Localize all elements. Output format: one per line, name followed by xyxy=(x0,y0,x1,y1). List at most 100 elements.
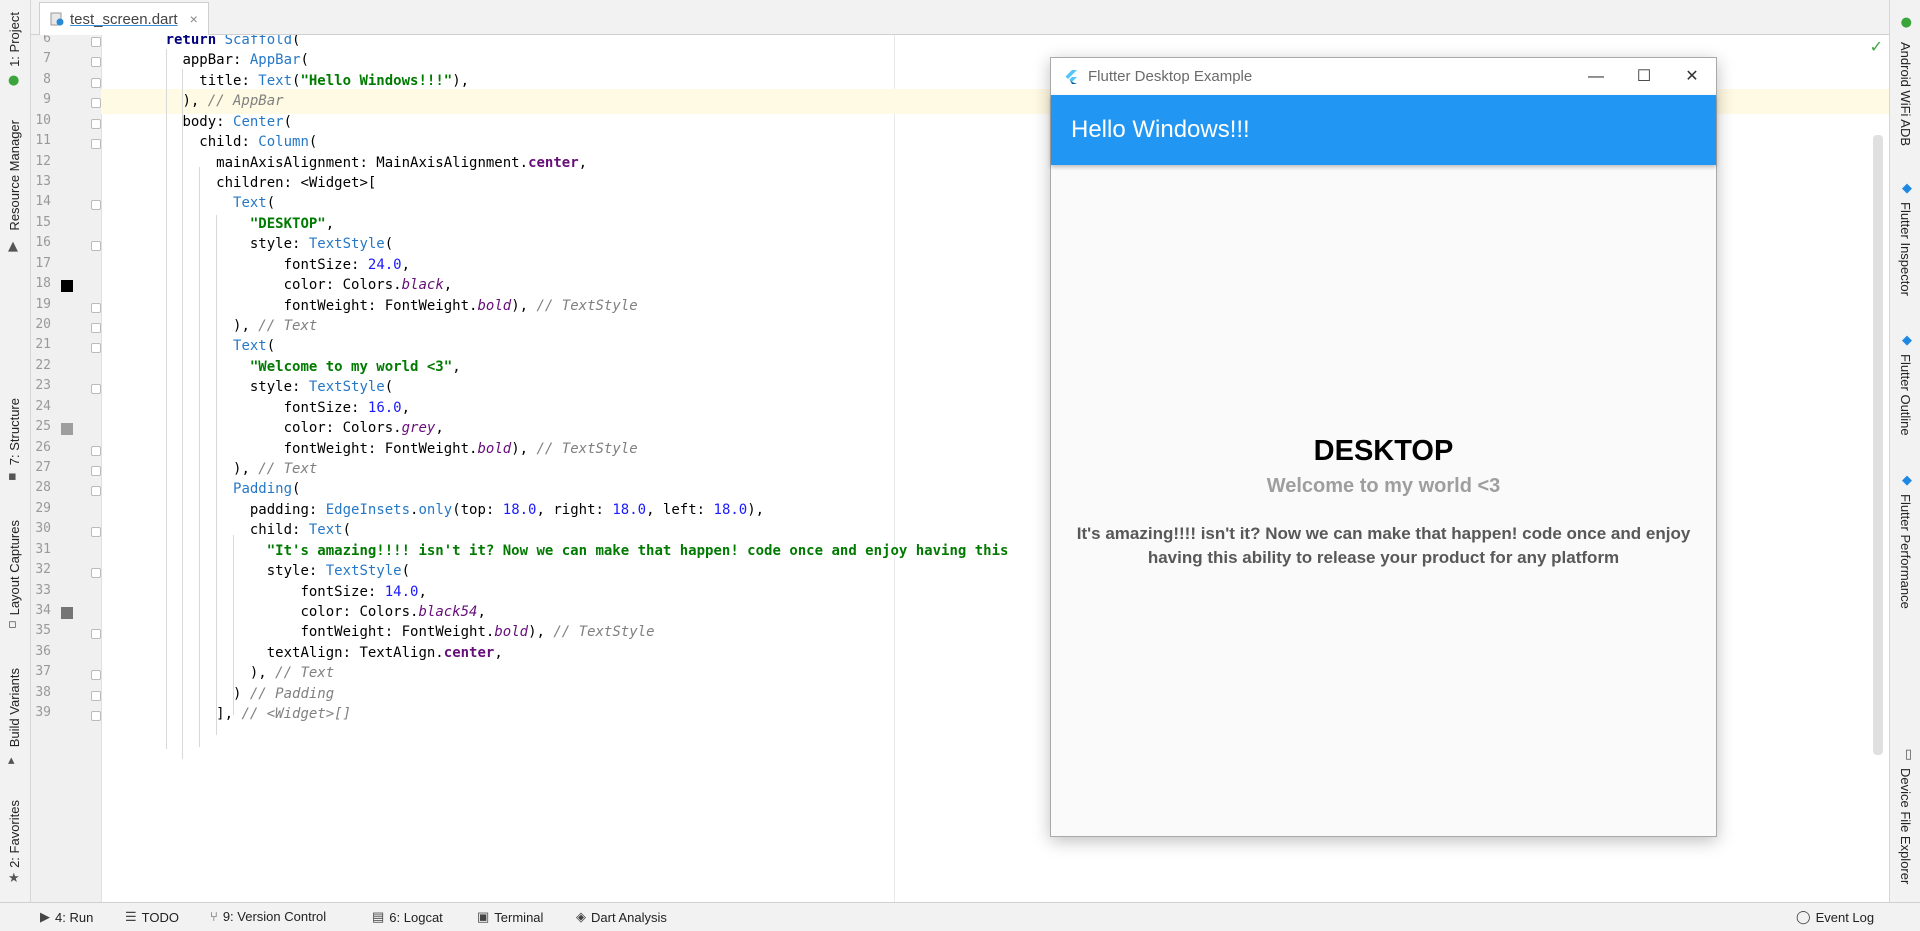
analysis-ok-icon: ✓ xyxy=(1869,37,1883,56)
fold-marker-icon[interactable] xyxy=(91,302,101,313)
version-control-label: 9: Version Control xyxy=(222,909,327,924)
line-number: 32 xyxy=(35,562,51,578)
run-tool-button[interactable]: ▶ 4: Run xyxy=(40,909,93,925)
right-tool-strip: ● Android WiFi ADB ◆ Flutter Inspector ◆… xyxy=(1889,0,1920,902)
line-number: 27 xyxy=(35,460,51,476)
fold-marker-icon[interactable] xyxy=(91,118,101,129)
editor-gutter: 6 7 8 9 10 11 12 13 14 15 16 17 18 19 20 21 22 23 24 25 26 27… xyxy=(31,35,102,902)
line-number: 11 xyxy=(35,133,51,149)
flutter-app-window: Flutter Desktop Example — ☐ ✕ Hello Wind… xyxy=(1050,57,1717,837)
maximize-button[interactable]: ☐ xyxy=(1620,58,1668,95)
line-number: 39 xyxy=(35,705,51,721)
color-swatch-icon[interactable] xyxy=(61,423,73,436)
fold-marker-icon[interactable] xyxy=(91,711,101,722)
structure-icon: ▪ xyxy=(8,469,17,484)
line-number: 12 xyxy=(35,153,51,169)
indent-guide xyxy=(233,535,235,715)
logcat-tool-button[interactable]: ▤ 6: Logcat xyxy=(372,909,443,925)
fold-marker-icon[interactable] xyxy=(91,200,101,211)
layout-captures-tool-tab[interactable]: Layout Captures xyxy=(7,520,22,615)
fold-marker-icon[interactable] xyxy=(91,77,101,88)
fold-marker-icon[interactable] xyxy=(91,37,101,47)
bottom-tool-bar: ▶ 4: Run ☰ TODO ⑂ 9: Version Control ▤ 6: Lo… xyxy=(0,902,1920,931)
flutter-performance-tool-tab[interactable]: Flutter Performance xyxy=(1898,494,1913,609)
close-window-button[interactable]: ✕ xyxy=(1668,58,1716,95)
fold-marker-icon[interactable] xyxy=(91,384,101,395)
flutter-outline-tool-tab[interactable]: Flutter Outline xyxy=(1898,354,1913,436)
line-number: 9 xyxy=(43,92,51,108)
fold-marker-icon[interactable] xyxy=(91,241,101,252)
todo-tool-button[interactable]: ☰ TODO xyxy=(125,909,179,925)
fold-marker-icon[interactable] xyxy=(91,323,101,334)
android-wifi-adb-tool-tab[interactable]: Android WiFi ADB xyxy=(1898,42,1913,146)
list-icon: ☰ xyxy=(125,909,137,924)
editor-tab-label: test_screen.dart xyxy=(70,10,178,28)
terminal-tool-button[interactable]: ▣ Terminal xyxy=(477,909,543,925)
line-number: 23 xyxy=(35,378,51,394)
build-variants-tool-tab[interactable]: Build Variants xyxy=(7,668,22,747)
run-label: 4: Run xyxy=(55,909,94,925)
close-tab-icon[interactable]: × xyxy=(190,11,198,27)
device-file-icon: ▯ xyxy=(1904,747,1912,762)
event-log-label: Event Log xyxy=(1815,909,1875,925)
branch-icon: ⑂ xyxy=(210,909,218,924)
window-title: Flutter Desktop Example xyxy=(1088,68,1253,85)
line-number: 30 xyxy=(35,521,51,537)
app-body: DESKTOP Welcome to my world <3 It's amaz… xyxy=(1051,165,1716,836)
fold-marker-icon[interactable] xyxy=(91,343,101,354)
line-number: 15 xyxy=(35,214,51,230)
line-number: 34 xyxy=(35,603,51,619)
fold-marker-icon[interactable] xyxy=(91,57,101,68)
project-tool-tab[interactable]: 1: Project xyxy=(7,12,22,67)
fold-marker-icon[interactable] xyxy=(91,670,101,681)
line-number: 14 xyxy=(35,194,51,210)
structure-tool-tab[interactable]: 7: Structure xyxy=(7,398,22,465)
line-number: 22 xyxy=(35,357,51,373)
indent-guide xyxy=(199,167,201,747)
dart-analysis-label: Dart Analysis xyxy=(591,909,667,925)
line-number: 21 xyxy=(35,337,51,353)
fold-marker-icon[interactable] xyxy=(91,466,101,477)
editor-tab-test-screen[interactable]: test_screen.dart × xyxy=(39,2,209,35)
device-file-explorer-tool-tab[interactable]: Device File Explorer xyxy=(1898,768,1913,884)
flutter-inspector-tool-tab[interactable]: Flutter Inspector xyxy=(1898,202,1913,296)
fold-marker-icon[interactable] xyxy=(91,527,101,538)
fold-marker-icon[interactable] xyxy=(91,486,101,497)
logcat-label: 6: Logcat xyxy=(389,909,443,925)
star-icon: ★ xyxy=(8,871,20,886)
fold-marker-icon[interactable] xyxy=(91,568,101,579)
line-number: 35 xyxy=(35,623,51,639)
line-number: 20 xyxy=(35,317,51,333)
editor-scrollbar[interactable] xyxy=(1873,135,1883,755)
dart-analysis-tool-button[interactable]: ◈ Dart Analysis xyxy=(576,909,667,925)
logcat-icon: ▤ xyxy=(372,909,385,924)
indent-guide xyxy=(165,49,167,749)
fold-marker-icon[interactable] xyxy=(91,690,101,701)
line-number: 8 xyxy=(43,71,51,87)
fold-marker-icon[interactable] xyxy=(91,98,101,109)
welcome-subheading: Welcome to my world <3 xyxy=(1266,475,1501,497)
line-number: 7 xyxy=(43,51,51,67)
version-control-tool-button[interactable]: ⑂ 9: Version Control xyxy=(210,909,326,924)
color-swatch-icon[interactable] xyxy=(61,280,73,293)
fold-marker-icon[interactable] xyxy=(91,139,101,150)
favorites-tool-tab[interactable]: 2: Favorites xyxy=(7,800,22,868)
minimize-button[interactable]: — xyxy=(1572,58,1620,95)
todo-label: TODO xyxy=(141,909,179,925)
fold-marker-icon[interactable] xyxy=(91,629,101,640)
terminal-label: Terminal xyxy=(494,909,544,925)
line-number: 25 xyxy=(35,419,51,435)
build-icon: ▴ xyxy=(8,753,15,768)
line-number: 26 xyxy=(35,439,51,455)
window-title-bar[interactable]: Flutter Desktop Example — ☐ ✕ xyxy=(1051,58,1716,95)
run-icon: ▶ xyxy=(40,909,50,924)
line-number: 6 xyxy=(43,35,51,46)
line-number: 37 xyxy=(35,664,51,680)
color-swatch-icon[interactable] xyxy=(61,607,73,620)
app-bar-title: Hello Windows!!! xyxy=(1071,116,1250,143)
line-number: 31 xyxy=(35,541,51,557)
line-number: 10 xyxy=(35,112,51,128)
event-log-tool-button[interactable]: ◯ Event Log xyxy=(1796,909,1874,925)
fold-marker-icon[interactable] xyxy=(91,445,101,456)
resource-manager-tool-tab[interactable]: Resource Manager xyxy=(7,120,22,231)
